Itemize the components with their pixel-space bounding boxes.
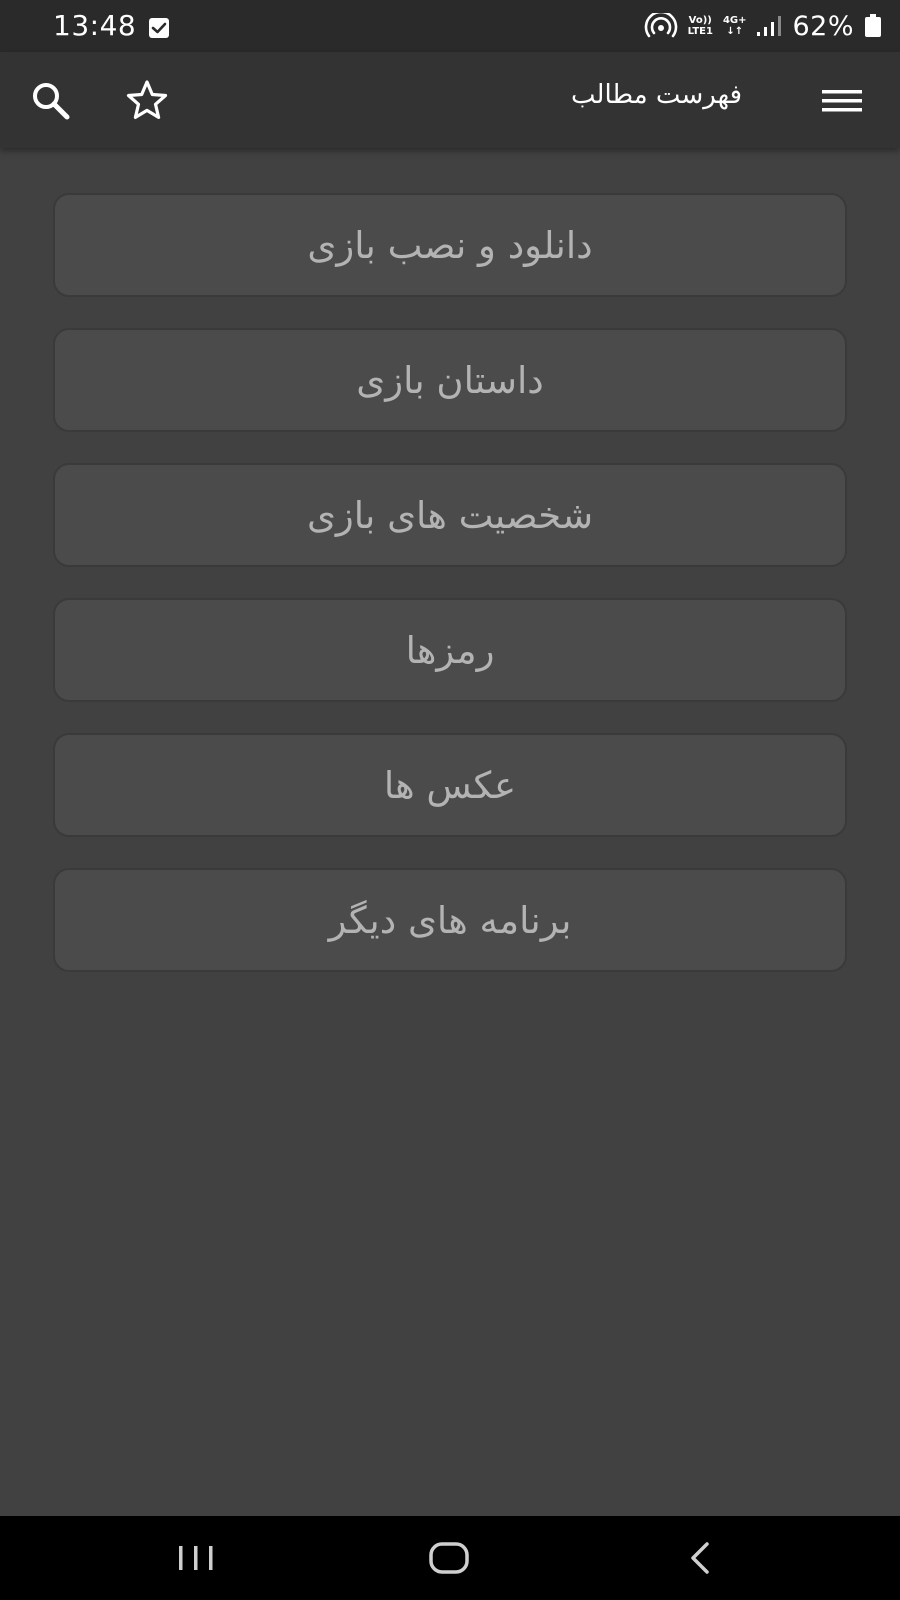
volte-top: Vo)) bbox=[688, 15, 712, 26]
menu-item-download-install[interactable]: دانلود و نصب بازی bbox=[53, 193, 847, 297]
menu-item-photos[interactable]: عکس ها bbox=[53, 733, 847, 837]
app-bar: فهرست مطالب bbox=[0, 52, 900, 148]
signal-strength-icon bbox=[757, 16, 782, 36]
volte-bottom: LTE1 bbox=[687, 26, 713, 37]
table-of-contents-list: دانلود و نصب بازی داستان بازی شخصیت های … bbox=[53, 193, 847, 1003]
status-time: 13:48 bbox=[53, 9, 137, 42]
network-type-bottom: ↓↑ bbox=[726, 26, 744, 37]
back-icon[interactable] bbox=[680, 1536, 720, 1580]
task-check-icon bbox=[149, 18, 169, 38]
status-bar: 13:48 Vo)) LTE1 4G+ ↓↑ 62% bbox=[0, 0, 900, 52]
volte-indicator: Vo)) LTE1 bbox=[688, 15, 713, 37]
home-icon[interactable] bbox=[425, 1536, 473, 1580]
menu-item-cheats[interactable]: رمزها bbox=[53, 598, 847, 702]
network-type-indicator: 4G+ ↓↑ bbox=[723, 15, 747, 37]
search-icon[interactable] bbox=[28, 78, 74, 124]
star-outline-icon[interactable] bbox=[124, 78, 170, 124]
menu-item-game-characters[interactable]: شخصیت های بازی bbox=[53, 463, 847, 567]
battery-icon bbox=[865, 14, 881, 37]
recent-apps-icon[interactable] bbox=[173, 1538, 219, 1578]
hamburger-menu-icon[interactable] bbox=[820, 84, 864, 118]
battery-percent: 62% bbox=[792, 10, 854, 42]
network-type-top: 4G+ bbox=[722, 15, 747, 26]
page-title: فهرست مطالب bbox=[571, 80, 742, 110]
system-navigation-bar bbox=[0, 1516, 900, 1600]
menu-item-other-apps[interactable]: برنامه های دیگر bbox=[53, 868, 847, 972]
status-indicators: Vo)) LTE1 4G+ ↓↑ 62% bbox=[644, 8, 882, 44]
hotspot-icon bbox=[644, 13, 677, 38]
menu-item-game-story[interactable]: داستان بازی bbox=[53, 328, 847, 432]
